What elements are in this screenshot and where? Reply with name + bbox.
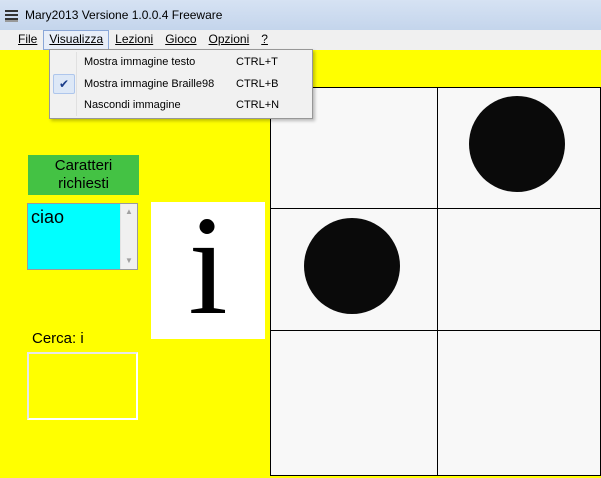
required-characters-value: ciao: [31, 207, 65, 227]
abacus-icon: [4, 7, 20, 23]
scroll-down-arrow-icon[interactable]: ▼: [121, 253, 137, 269]
menu-lezioni[interactable]: Lezioni: [109, 30, 159, 50]
search-box[interactable]: [27, 352, 138, 420]
braille-cell-3[interactable]: [271, 209, 437, 330]
textbox-scrollbar[interactable]: ▲ ▼: [120, 204, 137, 269]
scroll-up-arrow-icon[interactable]: ▲: [121, 204, 137, 220]
current-letter: i: [188, 202, 228, 339]
menu-item-show-braille-image[interactable]: ✔ Mostra immagine Braille98 CTRL+B: [52, 74, 310, 94]
search-label: Cerca: i: [32, 330, 84, 347]
braille-cell-6[interactable]: [438, 331, 600, 475]
required-characters-textbox[interactable]: ciao ▲ ▼: [27, 203, 138, 270]
menu-opzioni[interactable]: Opzioni: [203, 30, 256, 50]
title-bar: Mary2013 Versione 1.0.0.4 Freeware: [0, 0, 601, 30]
checkmark-icon: ✔: [53, 74, 75, 94]
braille-cell-4[interactable]: [438, 209, 600, 330]
visualizza-dropdown-menu: Mostra immagine testo CTRL+T ✔ Mostra im…: [49, 49, 313, 119]
braille-cell-5[interactable]: [271, 331, 437, 475]
menu-help[interactable]: ?: [255, 30, 274, 50]
braille-cell-grid: [270, 87, 601, 476]
letter-image: i: [151, 202, 265, 339]
window-title: Mary2013 Versione 1.0.0.4 Freeware: [25, 8, 223, 22]
menu-file[interactable]: File: [12, 30, 43, 50]
menu-visualizza[interactable]: Visualizza: [43, 30, 110, 50]
menu-item-show-text-image[interactable]: Mostra immagine testo CTRL+T: [52, 52, 310, 72]
braille-dot-icon: [469, 96, 565, 192]
menu-gioco[interactable]: Gioco: [159, 30, 202, 50]
required-characters-header: Caratteri richiesti: [28, 155, 139, 195]
menu-bar: File Visualizza Lezioni Gioco Opzioni ?: [0, 30, 601, 50]
braille-dot-icon: [304, 217, 400, 314]
braille-cell-2[interactable]: [438, 88, 600, 208]
menu-item-hide-image[interactable]: Nascondi immagine CTRL+N: [52, 95, 310, 115]
